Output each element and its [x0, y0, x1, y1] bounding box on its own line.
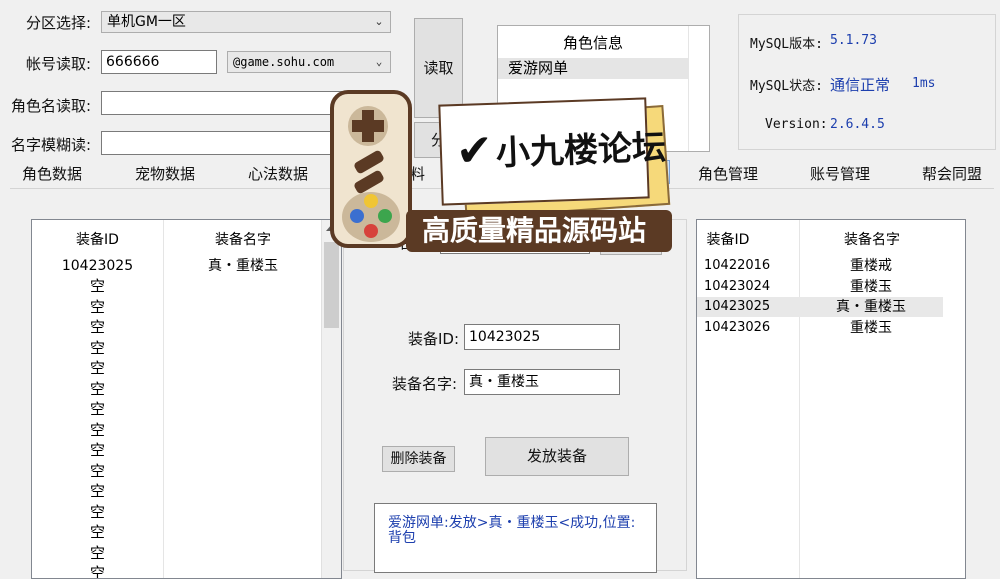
mysql-version-label: MySQL版本: [750, 37, 823, 52]
cell-empty: 空 [89, 523, 105, 541]
cell-name: 真・重楼玉 [208, 258, 278, 274]
partition-value: 单机GM一区 [107, 14, 186, 30]
table-row[interactable]: 空 [32, 317, 163, 337]
cell-id: 10422016 [704, 258, 771, 273]
left-col-name-header[interactable]: 装备名字 [163, 229, 323, 249]
cell-empty: 空 [89, 461, 105, 480]
equip-name-input[interactable]: 真・重楼玉 [464, 369, 620, 395]
table-row[interactable]: 空 [32, 502, 163, 522]
right-equipment-grid[interactable]: 装备ID 装备名字 10422016 重楼戒 10423024 重楼玉 10423025… [696, 219, 966, 579]
checkmark-icon: ✔ [455, 124, 494, 178]
version-value: 2.6.4.5 [830, 117, 885, 132]
mysql-state-value: 通信正常 [830, 76, 891, 94]
tab-mind-data[interactable]: 心法数据 [248, 163, 308, 184]
table-row[interactable]: 10423025 真・重楼玉 [32, 256, 322, 276]
cell-empty: 空 [89, 338, 105, 357]
chevron-down-icon: ⌄ [375, 55, 383, 68]
cell-name: 重楼戒 [850, 258, 892, 274]
table-row[interactable]: 空 [32, 379, 163, 399]
cell-id: 10423026 [704, 319, 771, 335]
table-row[interactable]: 空 [32, 358, 163, 378]
table-row[interactable]: 10423026 重楼玉 [697, 318, 943, 338]
cell-name: 真・重楼玉 [836, 299, 906, 315]
cell-empty: 空 [89, 564, 105, 579]
cell-empty: 空 [89, 379, 105, 398]
cell-empty: 空 [89, 277, 105, 295]
account-input[interactable]: 666666 [101, 50, 217, 74]
version-label: Version: [765, 117, 828, 132]
partition-label: 分区选择: [26, 14, 92, 32]
right-col-id-header[interactable]: 装备ID [697, 229, 759, 249]
left-col-id-header[interactable]: 装备ID [32, 229, 163, 249]
cell-empty: 空 [89, 502, 105, 521]
watermark-title: 小九楼论坛 [495, 127, 667, 174]
log-box[interactable]: 爱游网单:发放>真・重楼玉<成功,位置:背包 [374, 503, 657, 573]
role-info-item[interactable]: 爱游网单 [498, 58, 688, 79]
left-equipment-grid[interactable]: 装备ID 装备名字 10423025 真・重楼玉 空空空空空空空空空空空空空空空 [31, 219, 342, 579]
send-equip-button[interactable]: 发放装备 [485, 437, 629, 476]
cell-id: 10423024 [704, 278, 771, 294]
table-row[interactable]: 空 [32, 563, 163, 579]
equip-id-input[interactable]: 10423025 [464, 324, 620, 350]
table-row[interactable]: 空 [32, 461, 163, 481]
table-row[interactable]: 10423025 真・重楼玉 [697, 297, 943, 317]
cell-name: 重楼玉 [850, 319, 892, 336]
table-row[interactable]: 10422016 重楼戒 [697, 256, 943, 276]
mysql-version-value: 5.1.73 [830, 33, 877, 48]
cell-id: 10423025 [61, 258, 134, 274]
table-row[interactable]: 空 [32, 420, 163, 440]
watermark-ribbon: 高质量精品源码站 [406, 210, 672, 252]
cell-empty: 空 [89, 441, 105, 459]
scrollbar-thumb[interactable] [324, 242, 339, 328]
domain-select[interactable]: @game.sohu.com ⌄ [227, 51, 391, 73]
account-label: 帐号读取: [26, 55, 92, 73]
table-row[interactable]: 10423024 重楼玉 [697, 277, 943, 297]
cell-empty: 空 [89, 400, 105, 418]
equip-id-label: 装备ID: [408, 330, 460, 348]
watermark-card: ✔ 小九楼论坛 [438, 97, 667, 206]
table-row[interactable]: 空 [32, 481, 163, 501]
gamepad-icon [330, 90, 412, 248]
cell-id: 10423025 [704, 299, 771, 314]
right-col-name-header[interactable]: 装备名字 [799, 229, 945, 249]
tab-guild[interactable]: 帮会同盟 [922, 163, 982, 184]
table-row[interactable]: 空 [32, 522, 163, 542]
tab-account-manage[interactable]: 账号管理 [810, 163, 870, 184]
equip-name-label: 装备名字: [392, 375, 458, 393]
delete-equip-button[interactable]: 删除装备 [382, 446, 455, 472]
charname-label: 角色名读取: [11, 97, 92, 115]
scrollbar[interactable] [321, 220, 341, 578]
partition-select[interactable]: 单机GM一区 ⌄ [101, 11, 391, 33]
cell-empty: 空 [89, 318, 105, 336]
mysql-latency: 1ms [912, 76, 936, 91]
tab-role-manage[interactable]: 角色管理 [698, 163, 758, 184]
cell-empty: 空 [89, 420, 105, 439]
chevron-down-icon: ⌄ [374, 15, 384, 28]
cell-empty: 空 [89, 543, 105, 562]
mysql-state-label: MySQL状态: [750, 79, 823, 94]
watermark-subtitle: 高质量精品源码站 [422, 214, 647, 247]
role-info-header: 角色信息 [562, 34, 623, 52]
cell-empty: 空 [89, 297, 105, 316]
domain-value: @game.sohu.com [233, 55, 335, 69]
fuzzy-label: 名字模糊读: [11, 136, 92, 154]
tab-role-data[interactable]: 角色数据 [22, 163, 82, 184]
cell-empty: 空 [89, 359, 105, 377]
log-text: 爱游网单:发放>真・重楼玉<成功,位置:背包 [388, 515, 636, 546]
table-row[interactable]: 空 [32, 543, 163, 563]
table-row[interactable]: 空 [32, 297, 163, 317]
table-row[interactable]: 空 [32, 440, 163, 460]
cell-name: 重楼玉 [850, 278, 892, 295]
table-row[interactable]: 空 [32, 338, 163, 358]
tab-pet-data[interactable]: 宠物数据 [135, 163, 195, 184]
table-row[interactable]: 空 [32, 399, 163, 419]
table-row[interactable]: 空 [32, 276, 163, 296]
read-button[interactable]: 读取 [414, 18, 463, 118]
cell-empty: 空 [89, 482, 105, 500]
tab-partial[interactable]: 料 [410, 163, 425, 184]
